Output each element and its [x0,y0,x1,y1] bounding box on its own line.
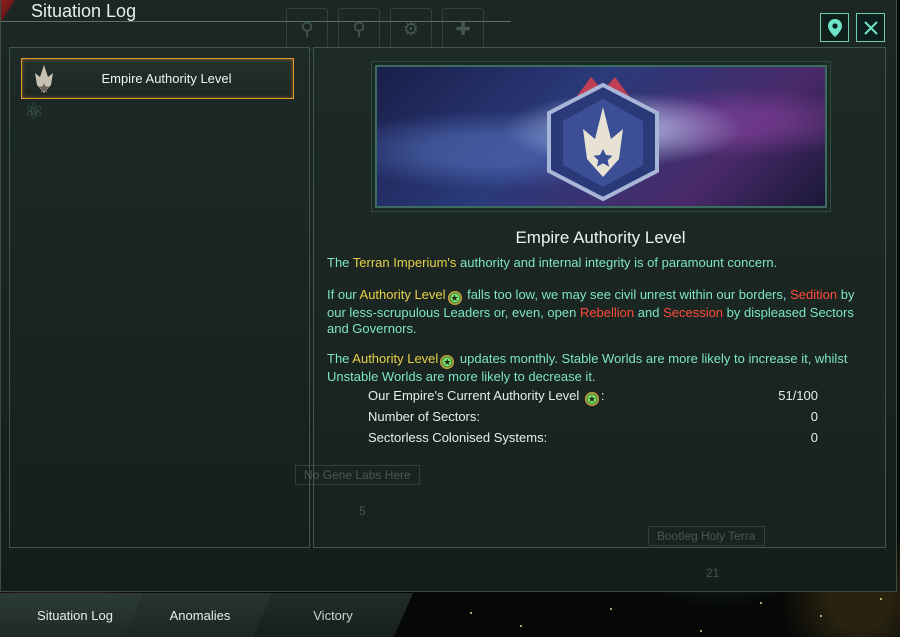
tab-label: Anomalies [169,607,231,623]
star [520,625,522,627]
text-run: The [327,351,353,366]
text-run: authority and internal integrity is of p… [456,255,778,270]
stat-label: Our Empire's Current Authority Level [368,388,580,403]
authority-emblem-icon [22,59,66,99]
stat-label-suffix: : [600,388,605,403]
authority-keyword: Authority Level [352,351,439,366]
close-icon [863,20,878,35]
text-run: If our [327,287,360,302]
map-pin-icon [827,18,842,37]
map-label-number: 5 [359,504,366,518]
detail-title: Empire Authority Level [515,228,686,247]
stat-row-authority: Our Empire's Current Authority Level ★: … [368,388,818,406]
tab-situation-log[interactable]: Situation Log [0,593,150,637]
zoom-icon: ⚲ [338,8,380,50]
stat-label: Sectorless Colonised Systems: [368,430,548,445]
authority-star-icon: ★ [440,355,455,369]
update-paragraph: The Authority Level ★ updates monthly. St… [327,351,872,385]
map-label-gene-labs: No Gene Labs Here [295,465,420,485]
tab-anomalies[interactable]: Anomalies [125,593,275,637]
star [820,615,822,617]
search-icon: ⚲ [286,8,328,50]
star [470,612,472,614]
rebellion-keyword: Rebellion [579,305,635,320]
situation-log-window: Situation Log ⚲ ⚲ ⚙ ✚ Empire Authority L… [0,0,897,592]
tab-label: Victory [313,607,353,623]
intro-paragraph: The Terran Imperium's authority and inte… [327,255,872,271]
stat-value: 51/100 [778,388,818,403]
stat-value: 0 [810,430,818,445]
stat-label: Number of Sectors: [368,409,480,424]
plus-icon: ✚ [442,8,484,50]
list-item-label: Empire Authority Level [101,71,232,86]
stat-row-sectors: Number of Sectors: 0 [368,409,818,427]
situation-list-panel: Empire Authority Level ⚛ [9,47,310,548]
authority-banner-image [375,65,827,208]
authority-star-icon: ★ [584,392,599,406]
close-button[interactable] [856,13,885,42]
map-label-number: 21 [706,566,720,580]
empire-name: Terran Imperium's [352,255,457,270]
warning-paragraph: If our Authority Level ★ falls too low, w… [327,287,872,337]
tab-label: Situation Log [37,607,113,623]
text-run: The [327,255,353,270]
authority-keyword: Authority Level [359,287,446,302]
stat-value: 0 [810,409,818,424]
stat-row-sectorless: Sectorless Colonised Systems: 0 [368,430,818,448]
tab-victory[interactable]: Victory [253,593,413,637]
locate-button[interactable] [820,13,849,42]
star [880,598,882,600]
star [700,630,702,632]
secession-keyword: Secession [663,305,724,320]
atom-icon: ⚛ [24,100,44,125]
sedition-keyword: Sedition [790,287,838,302]
background-toolbar: ⚲ ⚲ ⚙ ✚ [286,8,484,50]
authority-star-icon: ★ [447,291,462,305]
star [760,602,762,604]
gear-icon: ⚙ [390,8,432,50]
star [610,608,612,610]
map-label-holy-terra: Bootleg Holy Terra [648,526,765,546]
text-run: falls too low, we may see civil unrest w… [463,287,791,302]
list-item-empire-authority[interactable]: Empire Authority Level [21,58,294,99]
window-title: Situation Log [31,1,137,21]
text-run: and [634,305,664,320]
